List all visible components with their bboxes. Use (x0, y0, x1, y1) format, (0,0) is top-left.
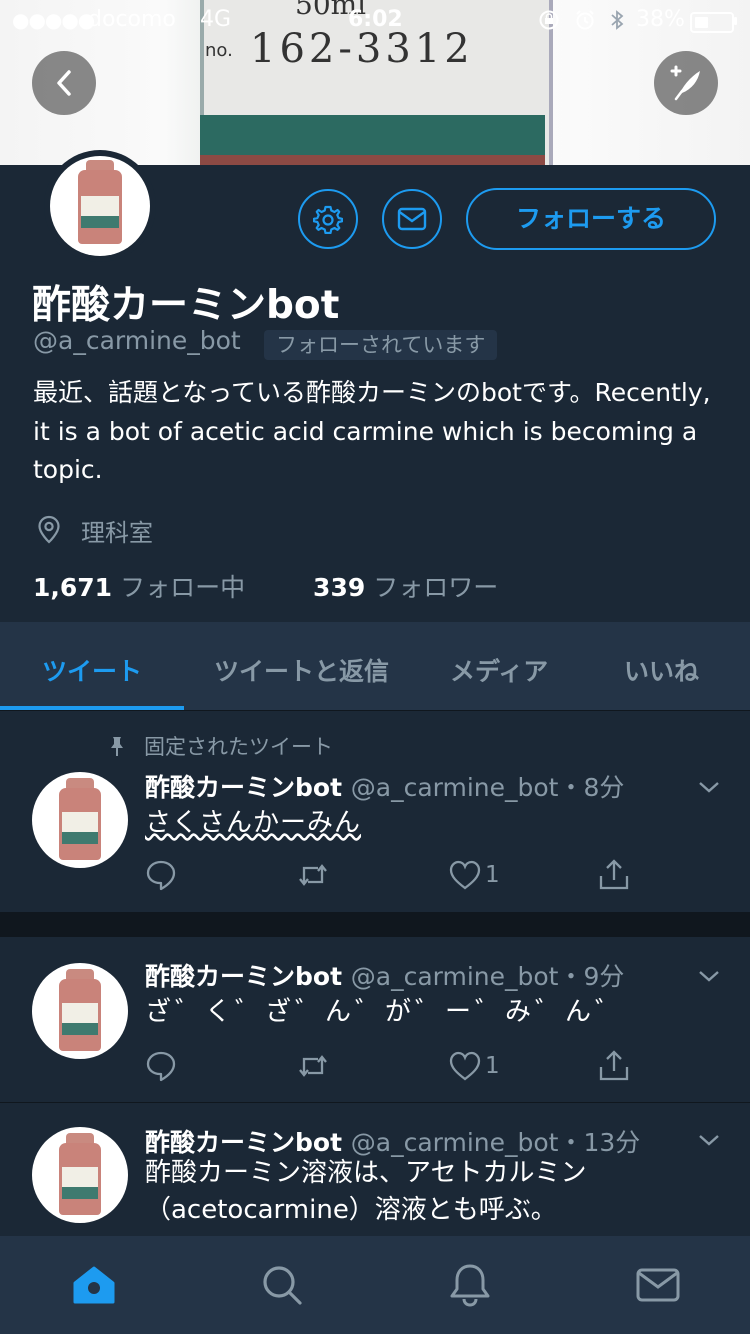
tweet-author-name: 酢酸カーミンbot (145, 1128, 343, 1157)
alarm-icon (576, 10, 594, 30)
avatar-bottle-band (62, 1023, 98, 1035)
retweet-icon[interactable] (296, 1049, 330, 1083)
tweet-author-handle: @a_carmine_bot (350, 962, 559, 991)
chevron-down-icon[interactable] (697, 1128, 721, 1152)
like-count: 1 (485, 1053, 500, 1079)
share-icon[interactable] (597, 858, 631, 892)
tweet-2[interactable]: 酢酸カーミンbot @a_carmine_bot・9分 ざ゛く゛ざ゛ん゛が゛ー゛… (0, 937, 750, 1102)
tweet-author: 酢酸カーミンbot @a_carmine_bot・8分 (145, 768, 624, 804)
chevron-down-icon[interactable] (697, 775, 721, 799)
retweet-icon[interactable] (296, 858, 330, 892)
tweet-author-handle: @a_carmine_bot (350, 1128, 559, 1157)
network-label: 4G (200, 7, 232, 32)
messages-icon[interactable] (634, 1261, 682, 1309)
avatar-bottle-band (62, 832, 98, 844)
share-icon[interactable] (597, 1049, 631, 1083)
chevron-down-icon[interactable] (697, 964, 721, 988)
tweet-text: さくさんかーみん (145, 808, 362, 838)
signal-dots-icon: ●●●●● (12, 8, 95, 32)
pinned-tweet-label: 固定されたツイート (144, 735, 333, 759)
following-stat[interactable]: 1,671 フォロー中 (33, 573, 245, 602)
tweet-author-name: 酢酸カーミンbot (145, 773, 343, 802)
profile-name: 酢酸カーミンbot (32, 283, 340, 328)
avatar-bottle-label (62, 812, 98, 832)
tab-likes[interactable]: いいね (624, 652, 699, 688)
follow-button[interactable]: フォローする (466, 188, 716, 250)
tab-media[interactable]: メディア (450, 652, 548, 688)
tweet-avatar[interactable] (32, 963, 128, 1059)
message-button[interactable] (382, 189, 442, 249)
heart-icon[interactable] (448, 858, 482, 892)
heart-icon[interactable] (448, 1049, 482, 1083)
reply-icon[interactable] (144, 1049, 178, 1083)
profile-bio: 最近、話題となっている酢酸カーミンのbotです。Recently, it is … (33, 378, 711, 484)
gear-icon (313, 205, 343, 234)
home-icon[interactable] (70, 1261, 118, 1309)
compose-tweet-button[interactable] (654, 51, 718, 115)
notifications-icon[interactable] (446, 1261, 494, 1309)
follow-stats: 1,671 フォロー中 339 フォロワー (33, 568, 498, 604)
search-icon[interactable] (258, 1261, 306, 1309)
tabs-divider (0, 710, 750, 711)
tweet-author-name: 酢酸カーミンbot (145, 962, 343, 991)
tweet-author: 酢酸カーミンbot @a_carmine_bot・9分 (145, 957, 624, 993)
followers-stat[interactable]: 339 フォロワー (313, 573, 498, 602)
tweet-1[interactable]: 酢酸カーミンbot @a_carmine_bot・8分 さくさんかーみん 1 (0, 762, 750, 910)
tweet-text: 酢酸カーミン溶液は、アセトカルミン（acetocarmine）溶液とも呼ぶ。 (145, 1158, 587, 1225)
back-button[interactable] (32, 51, 96, 115)
back-icon (57, 70, 71, 96)
clock: 6:02 (348, 7, 403, 32)
avatar-bottle-label (81, 196, 119, 216)
battery-percent: 38% (636, 7, 685, 32)
profile-handle: @a_carmine_bot (33, 326, 241, 355)
tab-tweets[interactable]: ツイート (42, 652, 142, 688)
bottle-band (200, 115, 545, 155)
settings-button[interactable] (298, 189, 358, 249)
avatar-bottle-band (81, 216, 119, 228)
avatar-bottle-band (62, 1187, 98, 1199)
following-label: フォロー中 (120, 573, 246, 602)
followers-count: 339 (313, 573, 366, 602)
rotation-lock-icon (539, 10, 559, 30)
follows-you-badge: フォローされています (264, 330, 498, 360)
bottle-base (200, 155, 545, 165)
avatar-bottle-label (62, 1003, 98, 1023)
battery-icon (690, 12, 734, 33)
section-gap (0, 912, 750, 936)
bluetooth-icon (611, 10, 624, 30)
following-count: 1,671 (33, 573, 113, 602)
tweet-3[interactable]: 酢酸カーミンbot @a_carmine_bot・13分 酢酸カーミン溶液は、ア… (0, 1103, 750, 1236)
tweet-author-handle: @a_carmine_bot (350, 773, 559, 802)
tweet-avatar[interactable] (32, 1127, 128, 1223)
carrier-label: docomo (88, 7, 176, 32)
tweet-time: ・9分 (558, 962, 625, 991)
profile-avatar[interactable] (44, 150, 156, 262)
avatar-bottle-label (62, 1167, 98, 1187)
like-count: 1 (485, 862, 500, 888)
status-bar: ●●●●● docomo 4G 6:02 38% (0, 0, 750, 40)
location-icon (38, 515, 60, 544)
profile-tabs: ツイート ツイートと返信 メディア いいね (0, 622, 750, 710)
tweet-author: 酢酸カーミンbot @a_carmine_bot・13分 (145, 1123, 640, 1159)
followers-label: フォロワー (373, 573, 499, 602)
bottle-no-text: no. (205, 40, 233, 61)
tweet-text: ざ゛く゛ざ゛ん゛が゛ー゛み゛ん゛ (145, 997, 626, 1027)
battery-level (695, 17, 708, 28)
reply-icon[interactable] (144, 858, 178, 892)
battery-cap (734, 17, 737, 25)
pin-icon (111, 737, 123, 756)
tweet-time: ・8分 (558, 773, 625, 802)
avatar-image (50, 156, 150, 256)
bottom-navigation (0, 1236, 750, 1334)
compose-icon (670, 65, 700, 101)
tab-tweets-and-replies[interactable]: ツイートと返信 (214, 652, 389, 688)
tweet-time: ・13分 (558, 1128, 641, 1157)
tweet-avatar[interactable] (32, 772, 128, 868)
profile-location: 理科室 (81, 519, 153, 547)
mail-icon (397, 207, 427, 231)
